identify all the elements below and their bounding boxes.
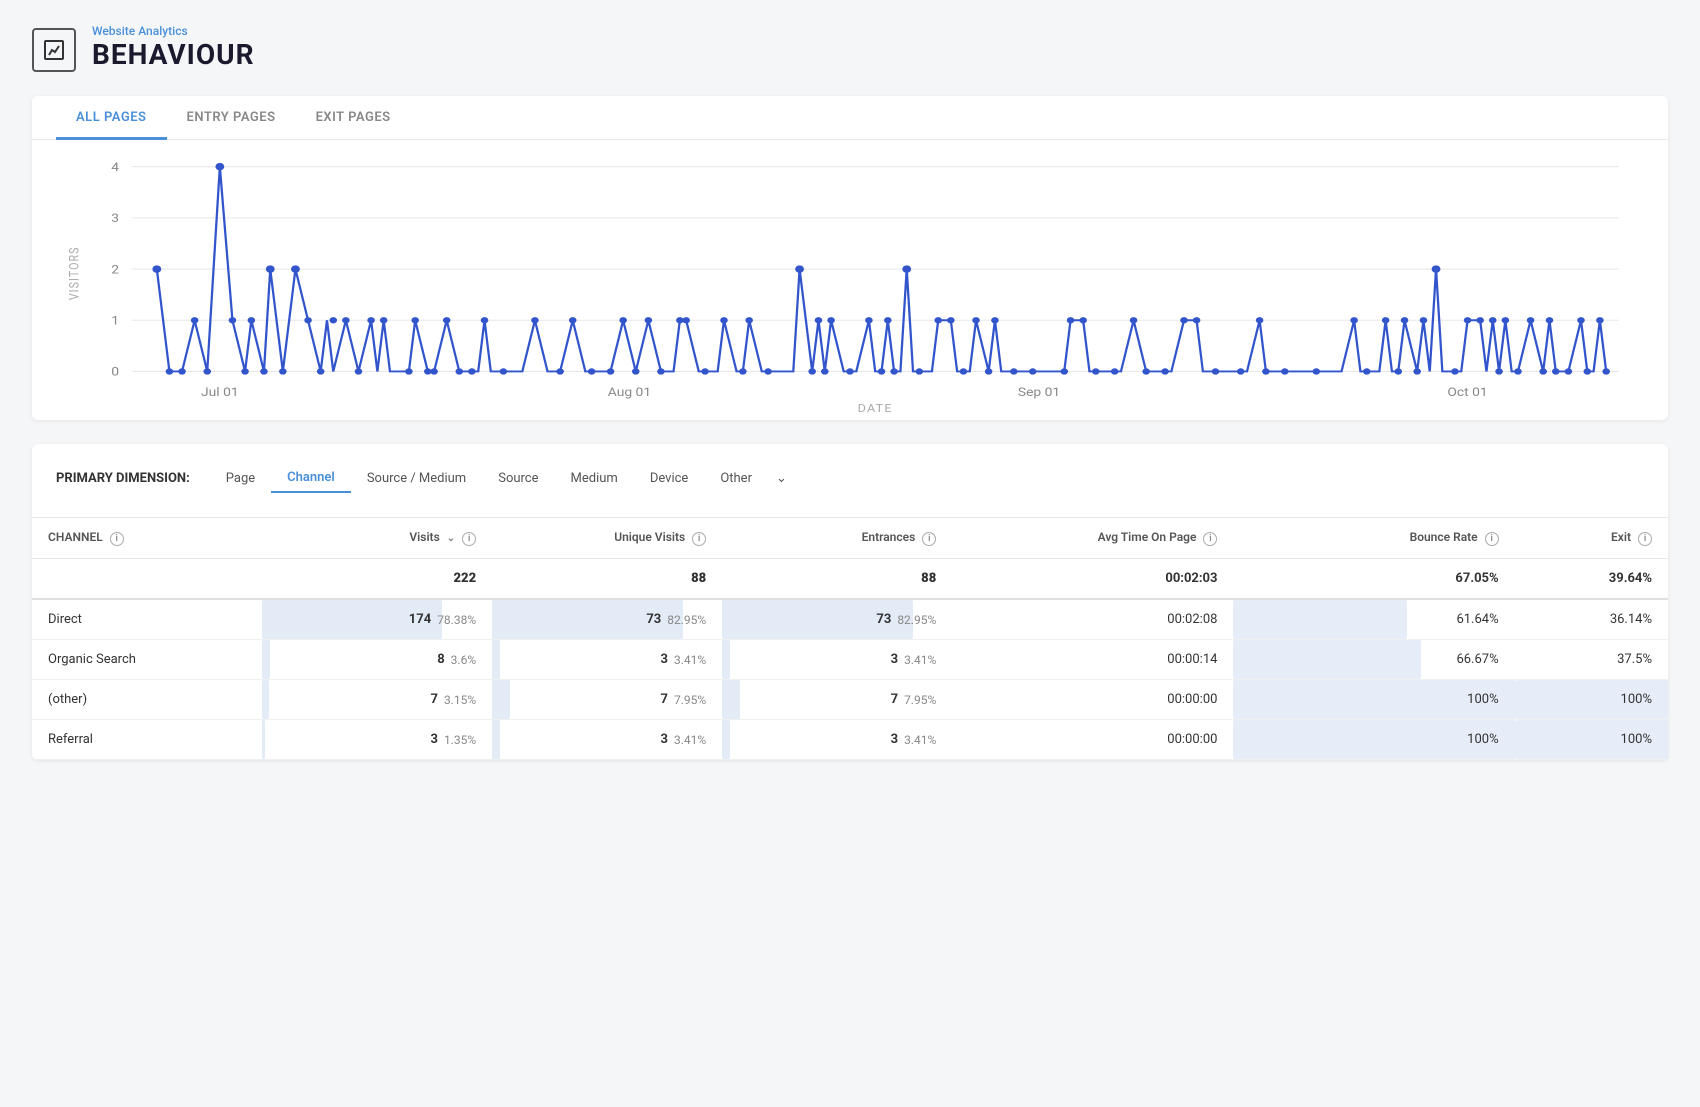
col-visits: Visits ⌄ i [262,518,492,559]
dim-option-device[interactable]: Device [634,465,705,492]
row-unique-visits: 73 82.95% [492,599,722,640]
col-entrances: Entrances i [722,518,952,559]
tab-entry-pages[interactable]: ENTRY PAGES [167,96,296,140]
table-row: Direct174 78.38%73 82.95%73 82.95%00:02:… [32,599,1668,640]
dim-option-page[interactable]: Page [210,465,271,492]
total-visits: 222 [262,559,492,600]
svg-text:Sep 01: Sep 01 [1018,386,1060,400]
svg-text:DATE: DATE [858,402,893,412]
dim-option-source-medium[interactable]: Source / Medium [351,465,482,492]
page-subtitle: Website Analytics [92,24,255,38]
row-avg-time: 00:02:08 [952,599,1233,640]
header-text: Website Analytics BEHAVIOUR [92,24,255,71]
primary-dimension-label: PRIMARY DIMENSION: [56,471,190,486]
row-channel[interactable]: Referral [32,720,262,760]
total-avg-time: 00:02:03 [952,559,1233,600]
primary-dimension-section: PRIMARY DIMENSION: Page Channel Source /… [32,444,1668,517]
table-header-row: CHANNEL i Visits ⌄ i Unique Visits i Ent… [32,518,1668,559]
row-bounce-rate: 66.67% [1233,640,1514,680]
chart-container: 4 3 2 1 0 VISITORS Jul 01 Aug 01 Sep 01 … [32,140,1668,420]
row-bounce-rate: 61.64% [1233,599,1514,640]
svg-text:3: 3 [111,212,119,226]
col-bounce-rate: Bounce Rate i [1233,518,1514,559]
analytics-icon [32,28,76,72]
row-avg-time: 00:00:00 [952,680,1233,720]
col-exit: Exit i [1515,518,1668,559]
row-entrances: 3 3.41% [722,640,952,680]
row-unique-visits: 7 7.95% [492,680,722,720]
row-bounce-rate: 100% [1233,720,1514,760]
svg-text:VISITORS: VISITORS [67,246,82,300]
total-channel [32,559,262,600]
row-entrances: 3 3.41% [722,720,952,760]
unique-visits-info-icon[interactable]: i [692,532,706,546]
row-visits: 7 3.15% [262,680,492,720]
bounce-rate-info-icon[interactable]: i [1485,532,1499,546]
row-exit: 100% [1515,720,1668,760]
row-visits: 3 1.35% [262,720,492,760]
line-chart: 4 3 2 1 0 VISITORS Jul 01 Aug 01 Sep 01 … [56,156,1644,412]
svg-text:1: 1 [111,314,119,328]
svg-text:2: 2 [111,263,119,277]
dim-option-channel[interactable]: Channel [271,464,351,493]
svg-text:Aug 01: Aug 01 [608,386,651,400]
tab-bar: ALL PAGES ENTRY PAGES EXIT PAGES [32,96,1668,140]
total-entrances: 88 [722,559,952,600]
tab-exit-pages[interactable]: EXIT PAGES [296,96,411,140]
row-avg-time: 00:00:14 [952,640,1233,680]
dim-option-source[interactable]: Source [482,465,554,492]
chart-card: ALL PAGES ENTRY PAGES EXIT PAGES 4 3 2 1… [32,96,1668,420]
dim-option-other[interactable]: Other [704,465,768,492]
dim-more-button[interactable]: ⌄ [768,465,795,492]
row-exit: 36.14% [1515,599,1668,640]
page-title: BEHAVIOUR [92,38,255,71]
row-exit: 37.5% [1515,640,1668,680]
table-row: Organic Search8 3.6%3 3.41%3 3.41%00:00:… [32,640,1668,680]
dimension-options: Page Channel Source / Medium Source Medi… [210,464,795,493]
total-unique: 88 [492,559,722,600]
avg-time-info-icon[interactable]: i [1203,532,1217,546]
row-bounce-rate: 100% [1233,680,1514,720]
row-channel[interactable]: Organic Search [32,640,262,680]
row-channel[interactable]: (other) [32,680,262,720]
table-row: Referral3 1.35%3 3.41%3 3.41%00:00:00100… [32,720,1668,760]
svg-text:Jul 01: Jul 01 [201,386,239,400]
table-card: PRIMARY DIMENSION: Page Channel Source /… [32,444,1668,760]
svg-text:Oct 01: Oct 01 [1447,386,1487,400]
row-unique-visits: 3 3.41% [492,720,722,760]
total-row: 222 88 88 00:02:03 67.05% 39.64% [32,559,1668,600]
tab-all-pages[interactable]: ALL PAGES [56,96,167,140]
total-exit: 39.64% [1515,559,1668,600]
exit-info-icon[interactable]: i [1638,532,1652,546]
row-exit: 100% [1515,680,1668,720]
svg-text:0: 0 [111,366,119,380]
col-channel: CHANNEL i [32,518,262,559]
row-visits: 174 78.38% [262,599,492,640]
col-unique-visits: Unique Visits i [492,518,722,559]
row-avg-time: 00:00:00 [952,720,1233,760]
row-entrances: 7 7.95% [722,680,952,720]
visits-sort-icon[interactable]: ⌄ [447,533,455,544]
row-unique-visits: 3 3.41% [492,640,722,680]
col-avg-time: Avg Time On Page i [952,518,1233,559]
svg-text:4: 4 [111,161,119,175]
total-bounce: 67.05% [1233,559,1514,600]
data-table-section: CHANNEL i Visits ⌄ i Unique Visits i Ent… [32,517,1668,760]
row-visits: 8 3.6% [262,640,492,680]
dimension-row: PRIMARY DIMENSION: Page Channel Source /… [56,464,1644,505]
channel-info-icon[interactable]: i [110,532,124,546]
page-header: Website Analytics BEHAVIOUR [32,24,1668,72]
row-channel[interactable]: Direct [32,599,262,640]
table-row: (other)7 3.15%7 7.95%7 7.95%00:00:00100%… [32,680,1668,720]
visits-info-icon[interactable]: i [462,532,476,546]
analytics-table: CHANNEL i Visits ⌄ i Unique Visits i Ent… [32,518,1668,760]
entrances-info-icon[interactable]: i [922,532,936,546]
row-entrances: 73 82.95% [722,599,952,640]
dim-option-medium[interactable]: Medium [555,465,634,492]
